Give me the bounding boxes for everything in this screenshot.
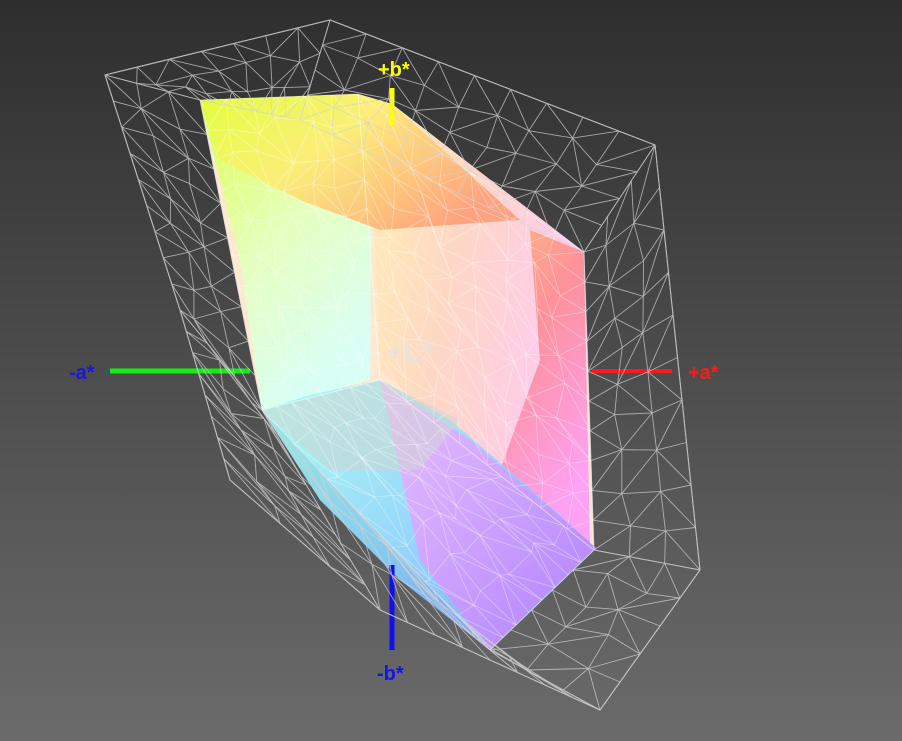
label-plus-l: +L* bbox=[386, 336, 434, 369]
gamut-3d-viewport[interactable]: +b* -b* +a* -a* +L* bbox=[0, 0, 902, 741]
mesh-edge bbox=[642, 296, 644, 333]
label-plus-b: +b* bbox=[378, 59, 410, 81]
gamut-scene: +b* -b* +a* -a* +L* bbox=[0, 0, 902, 741]
label-minus-a: -a* bbox=[69, 362, 95, 384]
label-minus-b: -b* bbox=[377, 663, 404, 685]
label-plus-a: +a* bbox=[688, 362, 719, 384]
